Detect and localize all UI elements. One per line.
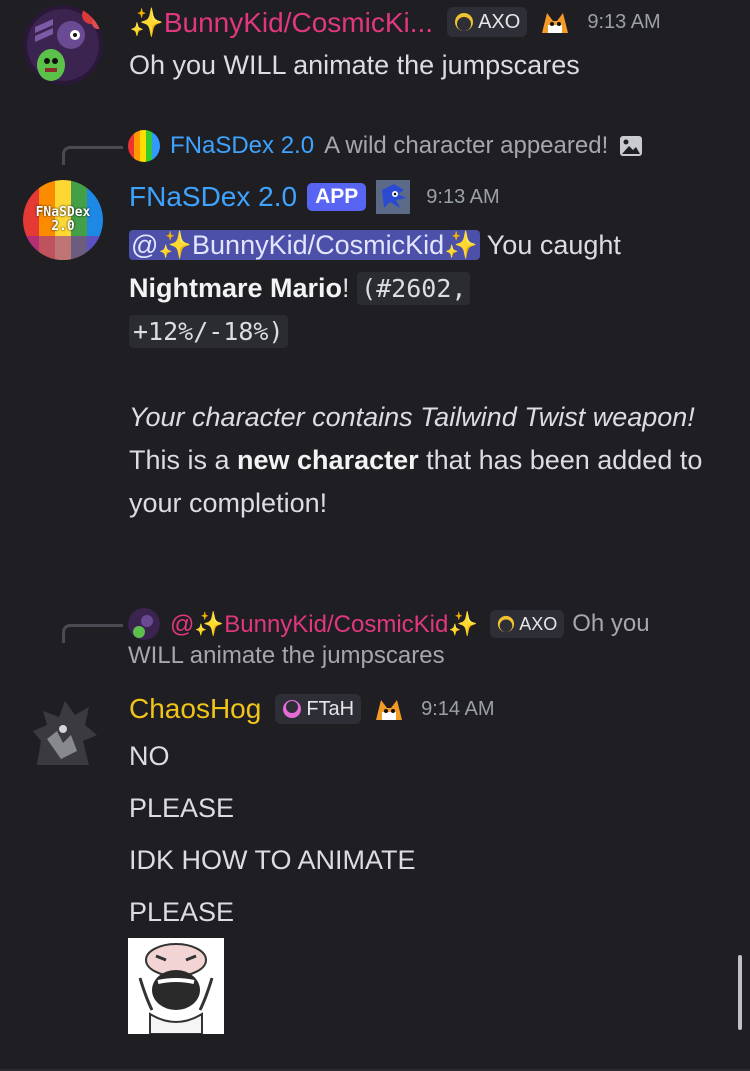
message-line: PLEASE (129, 793, 235, 823)
tails-icon (539, 7, 571, 37)
caught-prefix: You caught (479, 230, 621, 260)
avatar-fnasdex[interactable]: FNaSDex 2.0 (23, 180, 103, 260)
reply-guild-tag: AXO (490, 610, 565, 638)
scrollbar[interactable] (738, 955, 742, 1030)
reply-spine (62, 624, 123, 643)
tails-icon (373, 694, 405, 724)
new-bold: new character (237, 445, 419, 475)
reply-avatar (128, 608, 160, 640)
avatar-chaoshog[interactable] (23, 695, 103, 775)
screaming-sticker[interactable] (128, 938, 224, 1035)
guild-tag[interactable]: AXO (447, 7, 528, 37)
username[interactable]: ChaosHog (129, 693, 261, 725)
caught-stats-1: (#2602, (357, 272, 471, 305)
caught-character: Nightmare Mario (129, 273, 343, 303)
guild-tag[interactable]: FTaH (275, 694, 362, 724)
reply-preview: A wild character appeared! (324, 132, 609, 159)
moon-badge-icon (497, 615, 515, 633)
message-line: NO (129, 741, 170, 771)
reply-reference[interactable]: FNaSDex 2.0 A wild character appeared! (128, 128, 644, 164)
reply-spine (62, 146, 123, 165)
new-pre: This is a (129, 445, 238, 475)
reply-author: FNaSDex 2.0 (170, 132, 315, 159)
reply-tag-label: AXO (519, 613, 558, 634)
new-character-line: This is a new character that has been ad… (129, 439, 720, 525)
reply-preview-cont: WILL animate the jumpscares (128, 642, 445, 669)
message-lines: NO PLEASE IDK HOW TO ANIMATE PLEASE (129, 730, 720, 938)
guild-tag-label: AXO (478, 10, 521, 33)
reply-preview: Oh you (572, 610, 650, 637)
caught-after: ! (342, 273, 358, 303)
guild-tag-label: FTaH (306, 697, 355, 720)
reply-reference[interactable]: @✨BunnyKid/CosmicKid✨ AXO Oh you (128, 606, 650, 642)
reply-author: @✨BunnyKid/CosmicKid✨ (170, 610, 479, 638)
message-line: IDK HOW TO ANIMATE (129, 845, 416, 875)
avatar-text-bottom: 2.0 (51, 219, 75, 234)
user-mention[interactable]: @✨BunnyKid/CosmicKid✨ (129, 230, 480, 260)
timestamp: 9:13 AM (426, 185, 500, 208)
moon-badge-icon (454, 12, 474, 32)
timestamp: 9:14 AM (421, 697, 495, 720)
avatar-bunnykid[interactable] (23, 5, 103, 85)
image-icon (618, 133, 644, 159)
username[interactable]: ✨BunnyKid/CosmicKi... (129, 6, 433, 39)
message-line: PLEASE (129, 897, 235, 927)
username[interactable]: FNaSDex 2.0 (129, 181, 297, 213)
pink-moon-badge-icon (282, 699, 302, 719)
message-content: Oh you WILL animate the jumpscares (129, 50, 580, 80)
app-badge: APP (307, 183, 367, 211)
timestamp: 9:13 AM (587, 10, 661, 33)
message-content: @✨BunnyKid/CosmicKid✨ You caught Nightma… (129, 224, 720, 525)
caught-stats-2: +12%/-18%) (129, 315, 288, 348)
avatar-text-top: FNaSDex (35, 205, 91, 220)
reply-avatar (128, 130, 160, 162)
weapon-line: Your character contains Tailwind Twist w… (129, 402, 695, 432)
sonic-icon (376, 180, 411, 214)
